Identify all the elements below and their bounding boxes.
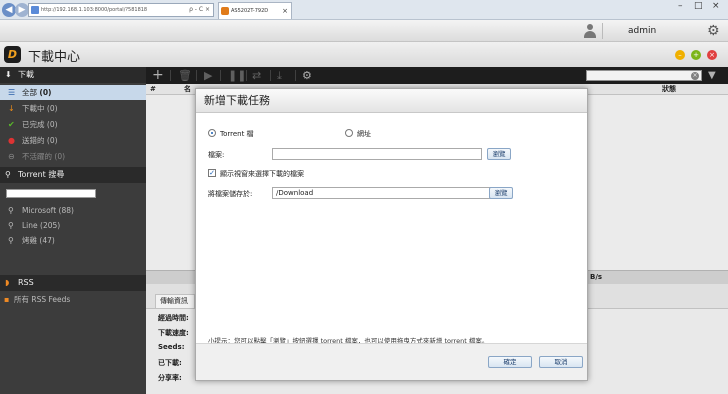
- download-icon: ↓: [8, 104, 15, 113]
- maximize-icon[interactable]: +: [691, 50, 701, 60]
- search-item-label: Line: [22, 221, 38, 230]
- browse-file-button[interactable]: 瀏覽: [487, 148, 511, 160]
- search-item-count: (205): [40, 221, 61, 230]
- radio-torrent-label: Torrent 檔: [220, 130, 254, 138]
- sidebar-item-count: (0): [46, 136, 58, 145]
- torrent-search-input[interactable]: [6, 189, 96, 198]
- sidebar-item-downloading[interactable]: ↓ 下載中 (0): [0, 101, 146, 116]
- search-icon: ⚲: [8, 236, 14, 245]
- download-header-label: 下載: [18, 70, 34, 79]
- browser-tab[interactable]: AS5202T-792D ×: [218, 2, 292, 19]
- radio-url[interactable]: [345, 129, 353, 137]
- search-item-label: Microsoft: [22, 206, 57, 215]
- dialog-body: Torrent 檔 網址 檔案: 瀏覽 ✓ 顯示視窗來選擇下載的檔案 將檔案儲存…: [196, 113, 587, 345]
- radio-url-label: 網址: [357, 130, 371, 138]
- sidebar-item-count: (0): [46, 120, 58, 129]
- window-maximize-icon[interactable]: □: [694, 1, 703, 11]
- list-icon: ☰: [8, 88, 16, 97]
- tab-title: AS5202T-792D: [231, 8, 269, 14]
- sidebar-item-label: 全部: [22, 88, 37, 97]
- radio-torrent[interactable]: [208, 129, 216, 137]
- app-top-bar: admin ⚙: [0, 20, 728, 42]
- sidebar-item-count: (0): [46, 104, 58, 113]
- username[interactable]: admin: [628, 26, 656, 36]
- file-label: 檔案:: [208, 151, 225, 159]
- cancel-button[interactable]: 取消: [539, 356, 583, 368]
- close-icon[interactable]: ×: [707, 50, 717, 60]
- browse-folder-button[interactable]: 瀏覽: [489, 187, 513, 199]
- address-controls[interactable]: ρ - C ×: [189, 4, 210, 16]
- address-text: http://192.168.1.103:8000/portal/?581818: [41, 7, 148, 13]
- app-title-bar: D 下載中心 – + ×: [0, 42, 728, 67]
- sidebar-item-label: 不活躍的: [22, 152, 52, 161]
- address-bar[interactable]: http://192.168.1.103:8000/portal/?581818…: [28, 3, 214, 17]
- rss-all-feeds[interactable]: ▪ 所有 RSS Feeds: [0, 292, 146, 307]
- file-input[interactable]: [272, 148, 482, 160]
- save-location-input[interactable]: /Download: [272, 187, 510, 199]
- sidebar-item-all[interactable]: ☰ 全部 (0): [0, 85, 146, 100]
- sidebar-item-completed[interactable]: ✔ 已完成 (0): [0, 117, 146, 132]
- sidebar: ⬇ 下載 ☰ 全部 (0) ↓ 下載中 (0) ✔ 已完成 (0) ● 送錯的 …: [0, 67, 146, 394]
- sidebar-item-error[interactable]: ● 送錯的 (0): [0, 133, 146, 148]
- show-window-checkbox[interactable]: ✓: [208, 169, 216, 177]
- ok-button[interactable]: 確定: [488, 356, 532, 368]
- torrent-header-label: Torrent 搜尋: [18, 170, 65, 179]
- rss-icon: ◗: [5, 278, 10, 287]
- download-section-header[interactable]: ⬇ 下載: [0, 67, 146, 83]
- browser-toolbar: ◀ ▶ http://192.168.1.103:8000/portal/?58…: [0, 0, 728, 20]
- show-window-label: 顯示視窗來選擇下載的檔案: [220, 170, 304, 178]
- sidebar-item-count: (0): [54, 152, 66, 161]
- tab-favicon-icon: [221, 7, 229, 15]
- search-item-count: (47): [39, 236, 55, 245]
- tab-close-icon[interactable]: ×: [282, 3, 288, 19]
- lock-icon: [31, 6, 39, 14]
- error-icon: ●: [8, 136, 15, 145]
- rss-icon: ▪: [4, 295, 10, 304]
- torrent-search-header[interactable]: ⚲ Torrent 搜尋: [0, 167, 146, 183]
- dialog-title: 新增下載任務: [196, 89, 587, 113]
- minimize-icon[interactable]: –: [675, 50, 685, 60]
- search-icon: ⚲: [5, 170, 11, 179]
- user-icon[interactable]: [584, 24, 596, 38]
- inactive-icon: ⊖: [8, 152, 15, 161]
- divider: [602, 23, 603, 39]
- window-minimize-icon[interactable]: –: [678, 1, 683, 11]
- sidebar-item-count: (0): [39, 88, 52, 97]
- search-item-microsoft[interactable]: ⚲ Microsoft (88): [0, 203, 146, 218]
- search-item-line[interactable]: ⚲ Line (205): [0, 218, 146, 233]
- app-logo-icon: D: [4, 46, 21, 63]
- rss-header-label: RSS: [18, 278, 34, 287]
- add-task-dialog: 新增下載任務 Torrent 檔 網址 檔案: 瀏覽 ✓ 顯示視窗來選擇下載的檔…: [195, 88, 588, 381]
- sidebar-item-label: 已完成: [22, 120, 45, 129]
- app-title: 下載中心: [28, 50, 81, 65]
- search-item-label: 烤雞: [22, 236, 37, 245]
- settings-gear-icon[interactable]: ⚙: [707, 23, 720, 39]
- search-icon: ⚲: [8, 206, 14, 215]
- sidebar-item-inactive[interactable]: ⊖ 不活躍的 (0): [0, 149, 146, 164]
- window-close-icon[interactable]: ×: [712, 1, 720, 11]
- search-item-3[interactable]: ⚲ 烤雞 (47): [0, 233, 146, 248]
- arrow-down-icon: ⬇: [5, 70, 12, 79]
- back-icon[interactable]: ◀: [2, 3, 16, 17]
- search-icon: ⚲: [8, 221, 14, 230]
- save-location-label: 將檔案儲存於:: [208, 190, 253, 198]
- forward-icon[interactable]: ▶: [15, 3, 29, 17]
- check-icon: ✔: [8, 120, 15, 129]
- dialog-footer: 確定 取消: [196, 343, 587, 380]
- search-item-count: (88): [58, 206, 74, 215]
- sidebar-item-label: 送錯的: [22, 136, 45, 145]
- sidebar-item-label: 下載中: [22, 104, 45, 113]
- rss-section-header[interactable]: ◗ RSS: [0, 275, 146, 291]
- rss-item-label: 所有 RSS Feeds: [14, 295, 71, 304]
